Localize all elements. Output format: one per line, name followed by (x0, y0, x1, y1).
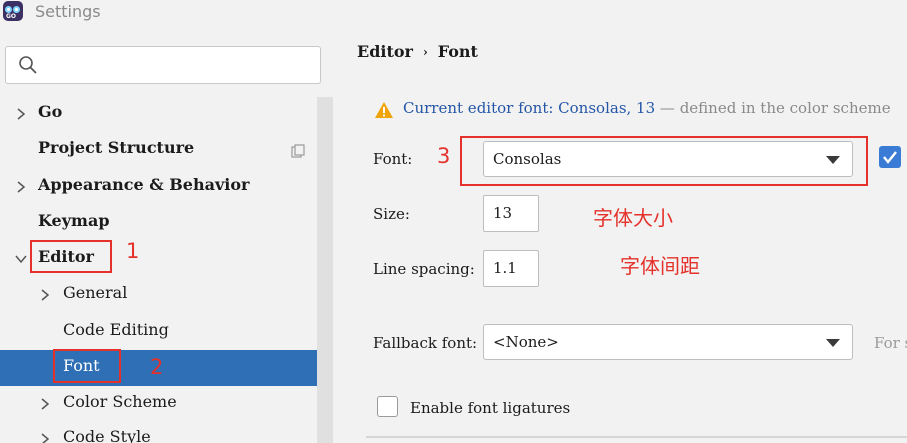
fallback-font-label: Fallback font: (373, 334, 478, 352)
tree-item-label: Color Scheme (63, 392, 177, 411)
breadcrumb-current: Font (437, 42, 478, 61)
tree-item-project-structure[interactable]: Project Structure (0, 132, 317, 168)
tree-item-label: Keymap (38, 211, 110, 230)
line-spacing-value: 1.1 (493, 259, 517, 277)
annotation-number-2: 2 (150, 355, 164, 379)
line-spacing-field[interactable]: 1.1 (483, 250, 539, 287)
breadcrumb-separator: › (422, 45, 428, 59)
chevron-right-icon (41, 398, 50, 410)
tree-item-go[interactable]: Go (0, 96, 317, 132)
tree-item-label: Code Style (63, 427, 151, 443)
warning-muted-text: — defined in the color scheme (659, 99, 891, 117)
chevron-right-icon (41, 289, 50, 301)
annotation-box-editor (30, 240, 112, 273)
tree-item-general[interactable]: General (0, 277, 317, 313)
copy-icon (291, 144, 305, 158)
tree-item-code-style[interactable]: Code Style (0, 421, 317, 443)
settings-sidebar: Go Project Structure Appearance & Behavi… (0, 24, 333, 443)
enable-ligatures-label[interactable]: Enable font ligatures (410, 399, 570, 417)
size-value: 13 (493, 204, 513, 222)
tree-item-label: Project Structure (38, 138, 195, 157)
annotation-size-note: 字体大小 (593, 206, 673, 230)
font-warning: Current editor font: Consolas, 13 — defi… (403, 99, 891, 117)
fallback-hint: For s (874, 334, 907, 352)
tree-item-color-scheme[interactable]: Color Scheme (0, 386, 317, 422)
divider (366, 436, 907, 438)
tree-item-appearance-behavior[interactable]: Appearance & Behavior (0, 169, 317, 205)
chevron-right-icon (17, 181, 26, 193)
warning-icon (375, 102, 393, 118)
chevron-right-icon (17, 108, 26, 120)
tree-item-label: Go (38, 102, 63, 121)
checkmark-icon (883, 151, 897, 164)
line-spacing-label: Line spacing: (373, 260, 475, 278)
annotation-box-font (53, 349, 121, 383)
goland-icon: GO (3, 1, 23, 21)
tree-item-label: Code Editing (63, 320, 169, 339)
size-label: Size: (373, 205, 410, 223)
font-label: Font: (373, 150, 413, 168)
breadcrumb-parent[interactable]: Editor (357, 42, 413, 61)
chevron-right-icon (41, 433, 50, 443)
fallback-font-select[interactable]: <None> (483, 324, 853, 360)
enable-ligatures-checkbox[interactable] (377, 396, 398, 417)
breadcrumb: Editor › Font (357, 42, 478, 61)
annotation-box-font-select (460, 136, 868, 186)
fallback-font-value: <None> (493, 333, 559, 351)
window-title: Settings (35, 2, 101, 21)
chevron-down-icon (15, 255, 27, 264)
chevron-down-icon (826, 339, 840, 347)
tree-item-label: Appearance & Behavior (38, 175, 250, 194)
show-only-monospaced-checkbox[interactable] (879, 146, 901, 168)
sidebar-scrollbar[interactable] (317, 97, 333, 443)
tree-item-label: General (63, 283, 128, 302)
size-field[interactable]: 13 (483, 195, 539, 232)
search-input[interactable] (5, 46, 321, 84)
annotation-number-3: 3 (437, 144, 451, 168)
settings-content: Editor › Font Current editor font: Consola… (333, 24, 907, 443)
annotation-spacing-note: 字体间距 (620, 254, 700, 278)
current-font-link[interactable]: Current editor font: Consolas, 13 (403, 99, 655, 117)
tree-item-code-editing[interactable]: Code Editing (0, 314, 317, 350)
tree-item-keymap[interactable]: Keymap (0, 205, 317, 241)
title-bar: GO Settings (0, 0, 907, 24)
search-icon (19, 56, 37, 74)
annotation-number-1: 1 (126, 239, 140, 263)
